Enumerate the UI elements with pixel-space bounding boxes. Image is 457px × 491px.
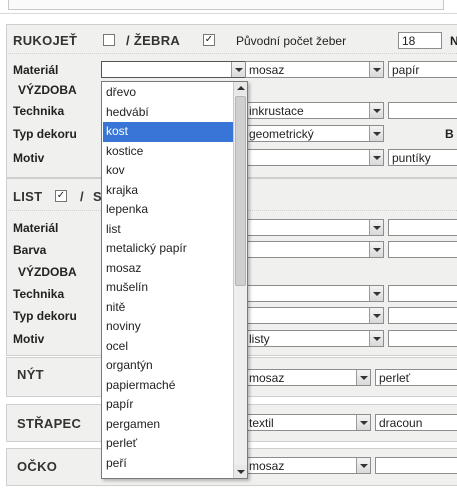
- chevron-down-icon[interactable]: [369, 331, 383, 346]
- strapec-select-2[interactable]: dracoun: [375, 414, 457, 431]
- dropdown-option[interactable]: ocel: [103, 337, 233, 357]
- nyt-title: NÝT: [17, 367, 44, 382]
- list-motiv-select[interactable]: listy: [245, 330, 384, 347]
- strapec-select-1[interactable]: textil: [245, 414, 371, 431]
- rukojet-material-label: Materiál: [13, 63, 59, 77]
- material-dropdown-list[interactable]: dřevo hedvábí kost kostice kov krajka le…: [101, 81, 248, 479]
- chevron-down-icon[interactable]: [356, 415, 370, 430]
- list-typ-dekoru-input[interactable]: [388, 307, 457, 324]
- rukojet-material-select-1[interactable]: [101, 61, 246, 78]
- rukojet-title: RUKOJEŤ: [13, 33, 78, 48]
- rukojet-motiv-label: Motiv: [13, 151, 45, 165]
- arrow-up-icon[interactable]: [234, 82, 247, 95]
- top-strip-box: [8, 0, 444, 10]
- chevron-down-icon[interactable]: [369, 126, 383, 141]
- trailing-letter: N: [450, 34, 457, 48]
- dropdown-option[interactable]: krajka: [103, 181, 233, 201]
- list-barva-input[interactable]: [388, 241, 457, 258]
- chevron-down-icon[interactable]: [369, 62, 383, 77]
- chevron-down-icon[interactable]: [369, 103, 383, 118]
- rukojet-motiv-select[interactable]: [245, 149, 384, 166]
- list-vyzdoba-label: VÝZDOBA: [18, 265, 77, 279]
- list-title: LIST: [13, 189, 43, 204]
- trailing-b: B: [445, 127, 454, 141]
- list-barva-label: Barva: [13, 243, 47, 257]
- list-motiv-input[interactable]: [388, 330, 457, 347]
- original-count-input[interactable]: 18: [398, 32, 442, 49]
- nyt-select-2[interactable]: perleť: [375, 369, 457, 386]
- dropdown-option[interactable]: nitě: [103, 298, 233, 318]
- chevron-down-icon[interactable]: [231, 62, 245, 77]
- rukojet-vyzdoba-label: VÝZDOBA: [18, 83, 77, 97]
- list-motiv-label: Motiv: [13, 332, 45, 346]
- rukojet-material-select-3[interactable]: papír: [388, 61, 457, 78]
- dropdown-option[interactable]: hedvábí: [103, 103, 233, 123]
- dropdown-option[interactable]: lepenka: [103, 200, 233, 220]
- strapec-title: STŘAPEC: [17, 416, 82, 431]
- chevron-down-icon[interactable]: [356, 370, 370, 385]
- dropdown-option[interactable]: metalický papír: [103, 239, 233, 259]
- chevron-down-icon[interactable]: [369, 150, 383, 165]
- dropdown-option[interactable]: mušelín: [103, 278, 233, 298]
- list-material-input[interactable]: [388, 219, 457, 236]
- dropdown-option[interactable]: papír: [103, 395, 233, 415]
- dropdown-option[interactable]: pergamen: [103, 415, 233, 435]
- rukojet-technika-label: Technika: [13, 104, 65, 118]
- ocko-title: OČKO: [17, 459, 58, 474]
- dropdown-option[interactable]: kov: [103, 161, 233, 181]
- zebra-title: / ŽEBRA: [126, 33, 181, 48]
- chevron-down-icon[interactable]: [369, 220, 383, 235]
- dropdown-option[interactable]: kostice: [103, 142, 233, 162]
- rukojet-material-select-2[interactable]: mosaz: [245, 61, 384, 78]
- dropdown-option[interactable]: peří: [103, 454, 233, 474]
- list-technika-select[interactable]: [245, 285, 384, 302]
- chevron-down-icon[interactable]: [369, 286, 383, 301]
- rukojet-typ-dekoru-label: Typ dekoru: [13, 127, 77, 141]
- chevron-down-icon[interactable]: [356, 458, 370, 473]
- list-technika-label: Technika: [13, 287, 65, 301]
- list-typ-dekoru-label: Typ dekoru: [13, 309, 77, 323]
- list-typ-dekoru-select[interactable]: [245, 307, 384, 324]
- dropdown-option[interactable]: perleť: [103, 434, 233, 454]
- arrow-down-icon[interactable]: [234, 465, 247, 478]
- nyt-select-1[interactable]: mosaz: [245, 369, 371, 386]
- rukojet-motiv-value[interactable]: puntíky: [388, 149, 457, 166]
- dropdown-option[interactable]: organtýn: [103, 356, 233, 376]
- list-barva-select[interactable]: [245, 241, 384, 258]
- dropdown-option[interactable]: papiermaché: [103, 376, 233, 396]
- divider: [6, 53, 457, 54]
- dropdown-option-selected[interactable]: kost: [103, 122, 233, 142]
- chevron-down-icon[interactable]: [369, 242, 383, 257]
- ocko-select-1[interactable]: mosaz: [245, 457, 371, 474]
- list-slash: /: [80, 189, 84, 204]
- rukojet-technika-input[interactable]: [388, 102, 457, 119]
- list-material-label: Materiál: [13, 221, 59, 235]
- ocko-input[interactable]: [375, 457, 457, 474]
- original-count-label: Původní počet žeber: [236, 34, 347, 48]
- dropdown-option[interactable]: mosaz: [103, 259, 233, 279]
- top-strip: [0, 0, 457, 14]
- scrollbar-thumb[interactable]: [235, 96, 246, 286]
- list-technika-input[interactable]: [388, 285, 457, 302]
- list-checkbox[interactable]: ✓: [55, 190, 67, 202]
- rukojet-checkbox[interactable]: [103, 34, 115, 46]
- list-material-select[interactable]: [245, 219, 384, 236]
- rukojet-typ-dekoru-select[interactable]: geometrický: [245, 125, 384, 142]
- zebra-checkbox[interactable]: ✓: [203, 34, 215, 46]
- dropdown-option[interactable]: noviny: [103, 317, 233, 337]
- chevron-down-icon[interactable]: [369, 308, 383, 323]
- dropdown-option[interactable]: dřevo: [103, 83, 233, 103]
- dropdown-scrollbar[interactable]: [233, 82, 247, 478]
- dropdown-option[interactable]: list: [103, 220, 233, 240]
- rukojet-technika-select[interactable]: inkrustace: [245, 102, 384, 119]
